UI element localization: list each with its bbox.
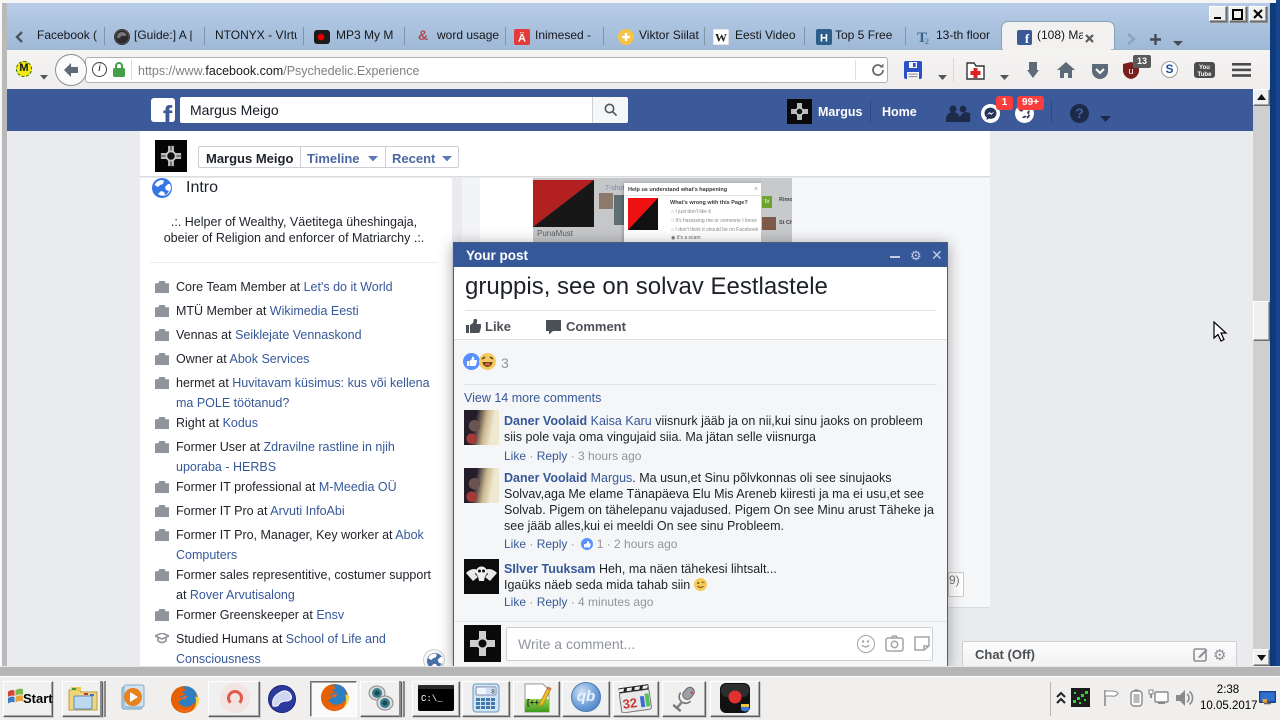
svg-text:2: 2 xyxy=(925,37,929,45)
svg-text:f: f xyxy=(1025,31,1030,45)
svg-text:f: f xyxy=(163,100,173,122)
svg-text:C:\_: C:\_ xyxy=(421,694,443,704)
svg-text:Ä: Ä xyxy=(518,32,526,45)
svg-text:[++: [++ xyxy=(527,698,539,707)
svg-text:You: You xyxy=(1199,65,1210,71)
svg-text:H: H xyxy=(820,33,828,45)
svg-text:Tube: Tube xyxy=(1198,72,1213,78)
svg-text:32: 32 xyxy=(622,695,638,712)
svg-text:W: W xyxy=(715,31,727,45)
